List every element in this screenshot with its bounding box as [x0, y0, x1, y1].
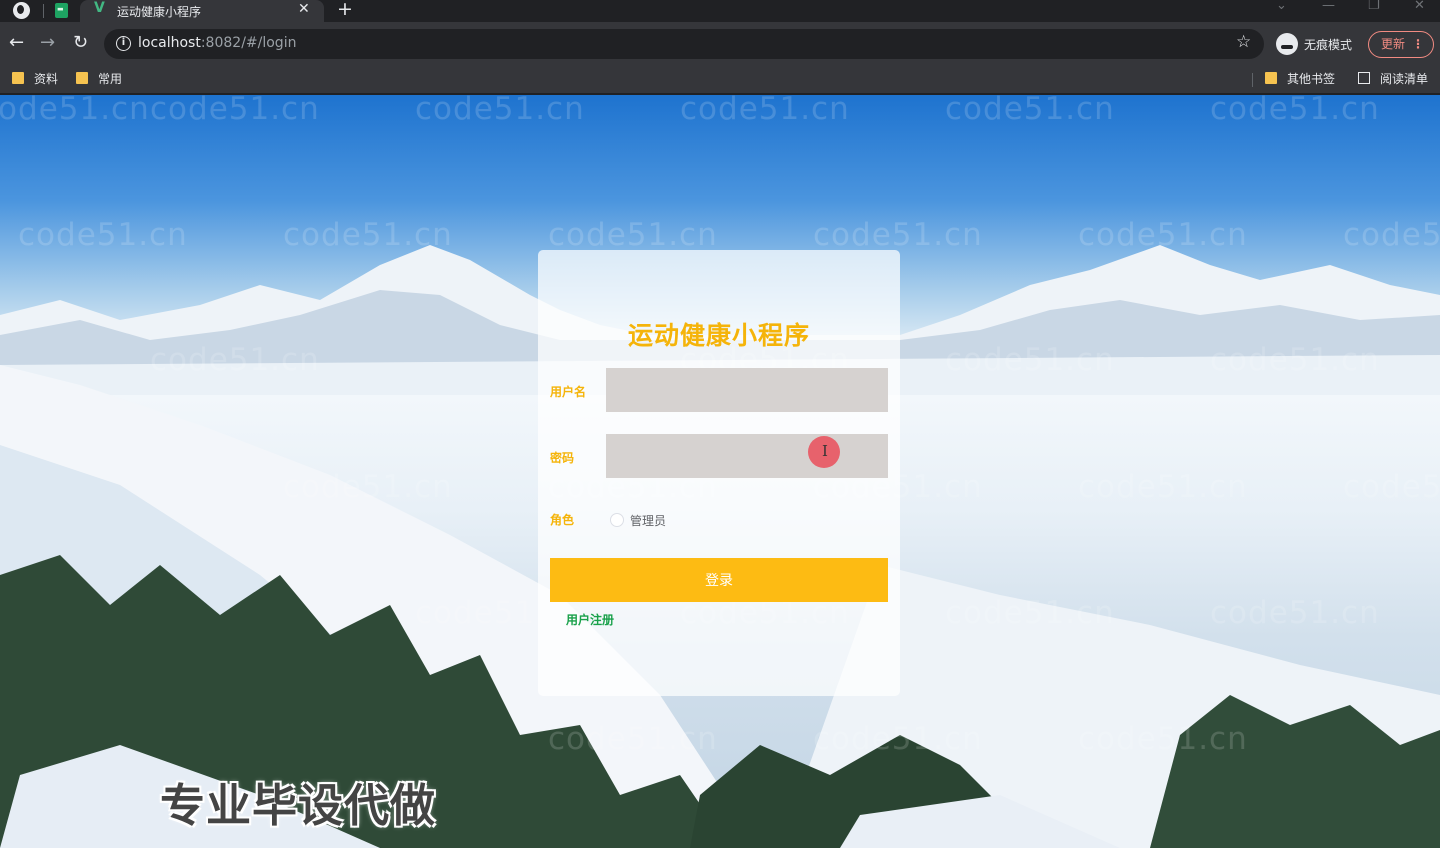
role-option-admin[interactable]: 管理员 [630, 512, 666, 529]
restore-icon[interactable]: ❐ [1368, 0, 1380, 13]
watermark: code51.cn [680, 95, 850, 127]
tab-separator [43, 4, 44, 18]
register-link[interactable]: 用户注册 [566, 611, 614, 628]
watermark: code51.cn [283, 217, 453, 253]
watermark: code51.cn [1210, 95, 1380, 127]
watermark: code51.cn [813, 721, 983, 757]
watermark: code51.cn [415, 95, 585, 127]
bookmark-label: 其他书签 [1287, 72, 1336, 86]
forward-arrow-icon[interactable]: → [40, 32, 55, 54]
watermark: code51.cn [0, 95, 150, 127]
bookmarks-bar: 资料 常用 其他书签 阅读清单 [0, 66, 1440, 94]
bookmark-star-icon[interactable]: ☆ [1236, 32, 1251, 52]
watermark: code51.cn [150, 95, 320, 127]
watermark: code51.cn [283, 469, 453, 505]
info-icon[interactable]: i [116, 36, 131, 51]
bookmark-label: 常用 [98, 72, 123, 86]
role-label: 角色 [550, 513, 575, 527]
minimize-icon[interactable]: — [1322, 0, 1335, 13]
browser-tab-strip: V 运动健康小程序 ✕ + ⌄ — ❐ ✕ [0, 0, 1440, 22]
folder-icon [76, 72, 88, 84]
bookmark-label: 资料 [34, 72, 59, 86]
new-tab-icon[interactable]: + [337, 0, 353, 20]
folder-icon [1265, 72, 1277, 84]
url-host: localhost [138, 35, 201, 51]
watermark: code51.cn [1343, 217, 1440, 253]
watermark: code51.cn [1078, 469, 1248, 505]
watermark: code51.cn [548, 721, 718, 757]
back-arrow-icon[interactable]: ← [9, 32, 24, 54]
reading-list-icon [1358, 72, 1370, 84]
tab-active[interactable]: V 运动健康小程序 ✕ [80, 0, 324, 22]
window-close-icon[interactable]: ✕ [1414, 0, 1425, 13]
vue-icon: V [94, 0, 105, 16]
watermark: code51.cn [1210, 595, 1380, 631]
bookmarks-separator [1252, 73, 1253, 87]
username-input[interactable] [606, 368, 888, 412]
watermark: code51.cn [945, 342, 1115, 378]
login-form-card: 运动健康小程序 用户名 密码 I 角色 管理员 登录 用户注册 [538, 250, 900, 696]
watermark: code51.cn [150, 342, 320, 378]
reading-list[interactable]: 阅读清单 [1358, 69, 1428, 89]
watermark: code51.cn [945, 595, 1115, 631]
watermark: code51.cn [1078, 721, 1248, 757]
watermark: code51.cn [18, 217, 188, 253]
promo-overlay-text: 专业毕设代做 [160, 779, 437, 832]
password-input[interactable] [606, 434, 888, 478]
url-path: :8082/#/login [200, 35, 297, 51]
update-button[interactable]: 更新 ⋮ [1368, 31, 1434, 58]
watermark: code51.cn [945, 95, 1115, 127]
login-title: 运动健康小程序 [627, 321, 810, 350]
bookmark-folder-1[interactable]: 资料 [12, 69, 58, 89]
tab-title: 运动健康小程序 [117, 5, 202, 19]
password-label: 密码 [550, 451, 575, 465]
watermark: code51.cn [813, 217, 983, 253]
update-label: 更新 [1381, 37, 1406, 51]
browser-toolbar: ← → ↻ i localhost:8082/#/login ☆ 无痕模式 更新… [0, 22, 1440, 66]
folder-icon [12, 72, 24, 84]
url-text[interactable]: localhost:8082/#/login [138, 35, 296, 51]
text-cursor-icon: I [822, 442, 828, 460]
close-icon[interactable]: ✕ [298, 1, 310, 17]
reload-icon[interactable]: ↻ [73, 32, 88, 54]
tab-search-icon[interactable]: ⌄ [1276, 0, 1287, 13]
watermark: code51.cn [1078, 217, 1248, 253]
watermark: code51.cn [1210, 342, 1380, 378]
role-radio-admin[interactable] [610, 513, 624, 527]
globe-icon[interactable] [13, 2, 30, 19]
kebab-menu-icon[interactable]: ⋮ [1412, 32, 1424, 57]
spreadsheet-tab-icon[interactable] [55, 3, 68, 18]
username-label: 用户名 [550, 385, 587, 399]
bookmark-folder-2[interactable]: 常用 [76, 69, 122, 89]
incognito-icon[interactable] [1276, 33, 1298, 55]
watermark: code51.cn [1343, 469, 1440, 505]
bookmark-label: 阅读清单 [1380, 72, 1429, 86]
login-button[interactable]: 登录 [550, 558, 888, 602]
incognito-label[interactable]: 无痕模式 [1304, 36, 1352, 53]
page-viewport: code51.cn code51.cn code51.cn code51.cn … [0, 95, 1440, 848]
other-bookmarks[interactable]: 其他书签 [1265, 69, 1335, 89]
address-bar[interactable]: i localhost:8082/#/login ☆ [104, 29, 1264, 59]
watermark: code51.cn [548, 217, 718, 253]
